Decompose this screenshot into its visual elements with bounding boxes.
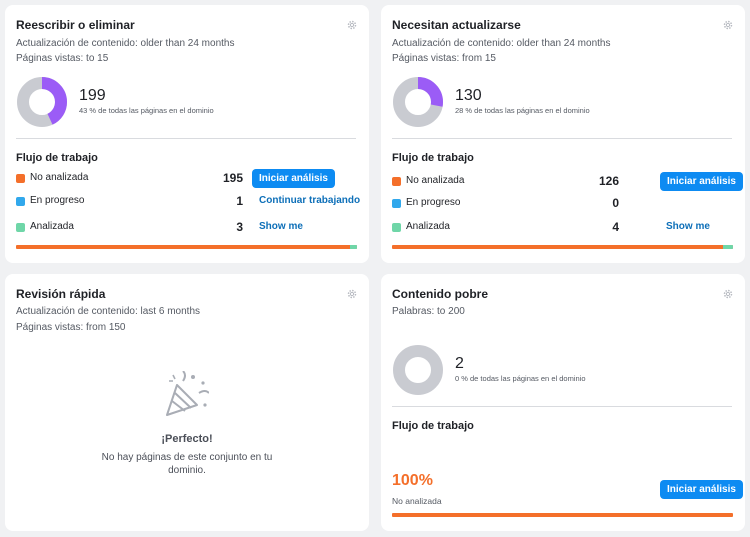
row-label: En progreso: [406, 197, 461, 208]
pages-donut: [393, 77, 443, 127]
pageviews-filter: Páginas vistas: from 15: [392, 53, 496, 64]
analyzed-segment: [350, 245, 357, 249]
divider: [392, 138, 732, 139]
row-not-analyzed: No analizada 195 Iniciar análisis: [16, 169, 356, 188]
start-analysis-button[interactable]: Iniciar análisis: [660, 172, 743, 191]
row-analyzed: Analizada 3 Show me: [16, 220, 356, 236]
gear-icon[interactable]: [722, 19, 734, 31]
row-count: 195: [222, 171, 243, 185]
page-percent: 43 % de todas las páginas en el dominio: [79, 106, 214, 115]
row-count: 126: [598, 174, 619, 188]
pageviews-filter: Páginas vistas: to 15: [16, 53, 109, 64]
status-dot-not-analyzed: [16, 174, 25, 183]
workflow-progress-bar: [16, 245, 357, 249]
content-update-filter: Actualización de contenido: older than 2…: [16, 38, 235, 49]
page-percent: 28 % de todas las páginas en el dominio: [455, 106, 590, 115]
gear-icon[interactable]: [722, 288, 734, 300]
card-rewrite-or-delete: Reescribir o eliminar Actualización de c…: [5, 5, 369, 263]
divider: [16, 138, 356, 139]
party-popper-icon: [166, 371, 209, 416]
card-quick-review: Revisión rápida Actualización de conteni…: [5, 274, 369, 531]
content-update-filter: Actualización de contenido: older than 2…: [392, 38, 611, 49]
empty-state-text: No hay páginas de este conjunto en tu do…: [101, 452, 273, 476]
start-analysis-button[interactable]: Iniciar análisis: [252, 169, 335, 188]
page-count: 199: [79, 87, 106, 104]
row-count: 4: [612, 220, 619, 234]
gear-icon[interactable]: [346, 19, 358, 31]
pages-donut: [17, 77, 67, 127]
card-title: Reescribir o eliminar: [16, 18, 135, 32]
row-count: 3: [236, 220, 243, 234]
row-label: No analizada: [30, 172, 89, 183]
status-dot-in-progress: [392, 199, 401, 208]
content-update-filter: Actualización de contenido: last 6 month…: [16, 306, 200, 317]
workflow-title: Flujo de trabajo: [16, 152, 98, 164]
page-count: 2: [455, 355, 464, 372]
empty-state-title: ¡Perfecto!: [161, 433, 213, 445]
words-filter: Palabras: to 200: [392, 306, 465, 317]
row-label: No analizada: [406, 175, 465, 186]
page-count: 130: [455, 87, 482, 104]
card-title: Necesitan actualizarse: [392, 18, 521, 32]
row-count: 0: [612, 196, 619, 210]
status-dot-not-analyzed: [392, 177, 401, 186]
workflow-progress-bar: [392, 513, 733, 517]
pageviews-filter: Páginas vistas: from 150: [16, 322, 126, 333]
status-dot-analyzed: [16, 223, 25, 232]
status-dot-analyzed: [392, 223, 401, 232]
page-percent: 0 % de todas las páginas en el dominio: [455, 374, 586, 383]
divider: [392, 406, 732, 407]
card-need-update: Necesitan actualizarse Actualización de …: [381, 5, 745, 263]
not-analyzed-label: No analizada: [392, 496, 442, 506]
row-not-analyzed: No analizada 126 Iniciar análisis: [392, 172, 743, 191]
row-label: Analizada: [406, 221, 450, 232]
continue-working-link[interactable]: Continuar trabajando: [259, 195, 360, 206]
analyzed-segment: [722, 245, 733, 249]
workflow-progress-bar: [392, 245, 733, 249]
pages-donut: [393, 345, 443, 395]
card-title: Contenido pobre: [392, 287, 488, 301]
status-dot-in-progress: [16, 197, 25, 206]
row-in-progress: En progreso 0: [392, 196, 732, 212]
not-analyzed-percent: 100%: [392, 472, 433, 489]
row-analyzed: Analizada 4 Show me: [392, 220, 732, 236]
row-in-progress: En progreso 1 Continuar trabajando: [16, 194, 360, 210]
row-label: En progreso: [30, 195, 85, 206]
card-thin-content: Contenido pobre Palabras: to 200 2 0 % d…: [381, 274, 745, 531]
workflow-title: Flujo de trabajo: [392, 420, 474, 432]
card-title: Revisión rápida: [16, 287, 106, 301]
workflow-title: Flujo de trabajo: [392, 152, 474, 164]
row-label: Analizada: [30, 221, 74, 232]
show-me-link[interactable]: Show me: [666, 221, 710, 232]
show-me-link[interactable]: Show me: [259, 221, 303, 232]
start-analysis-button[interactable]: Iniciar análisis: [660, 480, 743, 499]
gear-icon[interactable]: [346, 288, 358, 300]
row-count: 1: [236, 194, 243, 208]
